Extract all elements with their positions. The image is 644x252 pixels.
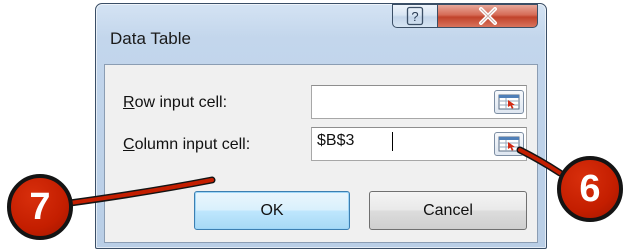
callout-badge-6: 6: [557, 156, 623, 222]
callout-badge-7: 7: [7, 174, 73, 240]
callout-arrows: [66, 146, 564, 207]
